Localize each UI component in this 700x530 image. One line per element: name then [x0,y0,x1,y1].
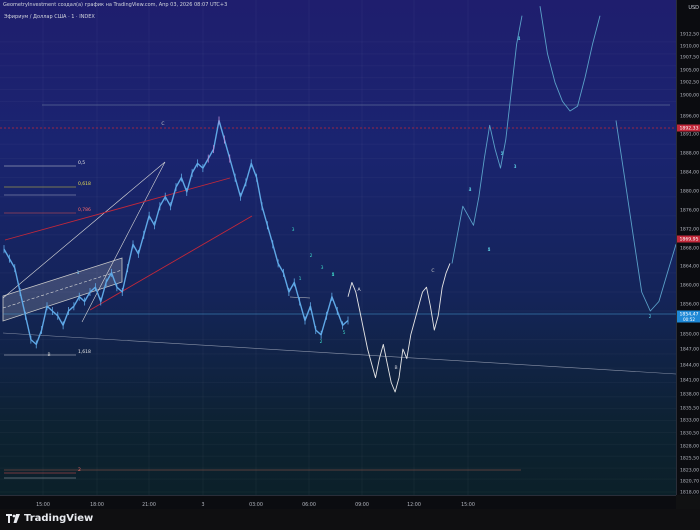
price-tick-label: 1910,00 [680,44,699,50]
wave-label: C [431,268,434,274]
price-tick-label: 1896,00 [680,114,699,120]
price-tick-label: 1830,50 [680,431,699,437]
wave-label: 3 [321,265,324,271]
time-tick-label: 21:00 [142,502,156,508]
projection-wave-up[interactable] [451,15,523,264]
price-label-text: 1892,33 [680,126,699,132]
price-tick-label: 1907,50 [680,55,699,61]
price-tick-label: 1828,00 [680,444,699,450]
price-axis-unit: USD [688,5,699,11]
wave-label: 2 [501,151,504,157]
price-tick-label: 1876,00 [680,208,699,214]
symbol-title[interactable]: Эфириум / Доллар США · 1 · INDEX [4,14,95,20]
wave-label: C [161,121,164,127]
price-tick-label: 1825,50 [680,456,699,462]
countdown-label: 00:52 [683,317,695,322]
time-tick-label: 18:00 [90,502,104,508]
wave-label: 3 [514,164,517,170]
time-tick-label: 03:00 [249,502,263,508]
price-tick-label: 1847,00 [680,347,699,353]
projection-abc-path[interactable] [347,263,451,393]
wave-label: 1 [77,270,80,276]
wave-label: 4 [518,36,521,42]
wave-label: 4 [469,187,472,193]
price-tick-label: 1912,50 [680,32,699,38]
wave-label: 5 [488,247,491,253]
price-tick-label: 1818,00 [680,490,699,496]
wave-label: 1 [299,276,302,282]
price-tick-label: 1844,00 [680,363,699,369]
price-tick-label: 1850,00 [680,332,699,338]
price-tick-label: 1820,70 [680,479,699,485]
price-tick-label: 1900,00 [680,93,699,99]
wave-label: 2 [310,253,313,259]
wave-label: 2 [320,339,323,345]
price-tick-label: 1880,00 [680,189,699,195]
price-label-text: 1869,95 [680,237,699,243]
fib-level-label: 1,618 [78,349,91,355]
time-tick-label: 12:00 [407,502,421,508]
price-tick-label: 1868,00 [680,246,699,252]
price-tick-label: 1823,00 [680,468,699,474]
wave-label: B [394,365,397,371]
price-chart[interactable]: 0,50,6180,7861,6182 BCABC123451234511234… [0,0,676,495]
chart-header-title: GeometryInvestment создал(а) график на T… [3,2,228,8]
time-tick-label: 06:00 [302,502,316,508]
price-tick-label: 1835,50 [680,406,699,412]
price-tick-label: 1838,00 [680,392,699,398]
wave-label: 2 [649,314,652,320]
price-tick-label: 1860,00 [680,283,699,289]
fib-level-label: 0,5 [78,160,85,166]
wave-label: B [47,352,50,358]
price-tick-label: 1891,00 [680,132,699,138]
price-axis[interactable]: 1912,50 1910,00 1907,50 1905,00 1902,50 1900,… [676,0,700,496]
time-tick-label: 15:00 [36,502,50,508]
trend-line-return[interactable] [81,161,166,323]
tradingview-brand[interactable]: TradingView [6,513,93,524]
time-tick-label: 09:00 [355,502,369,508]
price-tick-label: 1856,00 [680,302,699,308]
price-tick-label: 1833,00 [680,418,699,424]
footer-bar: TradingView [0,509,700,530]
time-tick-label: 3 [201,502,204,508]
fib-level-label: 0,786 [78,207,91,213]
tradingview-logo-icon [6,514,20,523]
time-axis[interactable]: 15:00 18:00 21:00 3 03:00 06:00 09:00 12:00 15:0… [0,495,676,510]
price-tick-label: 1902,50 [680,80,699,86]
chart-pane[interactable]: 0,5 0,618 0,786 1,618 2 BCABC123451234511234… [0,0,676,495]
price-tick-label: 1872,00 [680,227,699,233]
wave-label: 5 [343,330,346,336]
price-tick-label: 1888,00 [680,151,699,157]
chart-window: 0,5 0,618 0,786 1,618 2 BCABC123451234511234… [0,0,700,530]
wave-label: 5 [332,272,335,278]
projection-wave-top[interactable] [539,6,601,112]
price-tick-label: 1841,00 [680,378,699,384]
wave-label: 3 [292,227,295,233]
fib-level-label: 0,618 [78,181,91,187]
price-tick-label: 1905,00 [680,68,699,74]
price-tick-label: 1884,00 [680,170,699,176]
brand-name: TradingView [24,513,94,524]
price-tick-label: 1864,00 [680,264,699,270]
time-tick-label: 15:00 [461,502,475,508]
